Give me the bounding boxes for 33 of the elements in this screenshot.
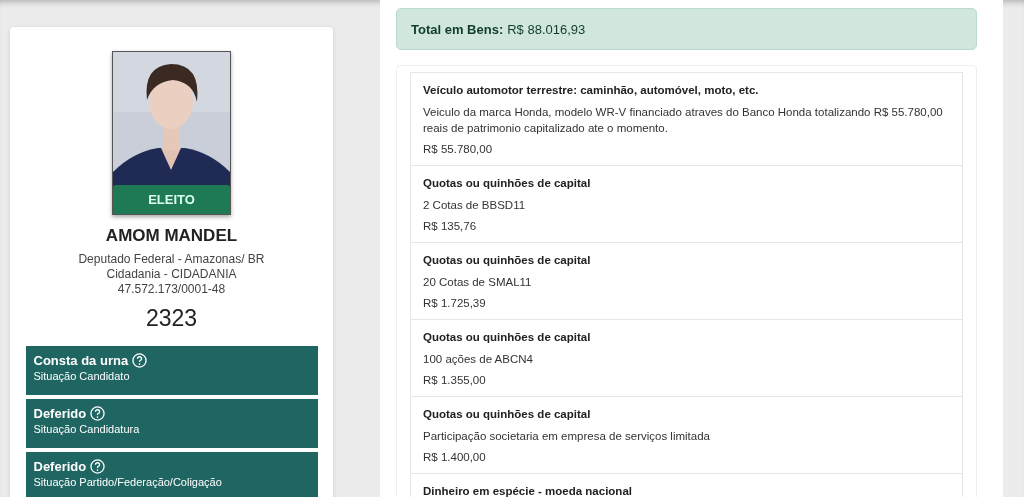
situation-value: Consta da urna [33, 353, 129, 368]
asset-value: R$ 1.400,00 [423, 451, 487, 463]
asset-description: 20 Cotas de SMAL11 [423, 275, 533, 290]
situation-label: Situação Candidato [33, 370, 131, 382]
candidate-name: AMOM MANDEL [105, 226, 238, 246]
asset-value: R$ 1.725,39 [423, 297, 487, 309]
total-value: R$ 88.016,93 [507, 21, 586, 37]
total-label: Total em Bens: [411, 21, 504, 37]
help-icon[interactable] [90, 459, 106, 474]
asset-type: Quotas ou quinhões de capital [423, 254, 592, 266]
asset-type: Quotas ou quinhões de capital [423, 408, 592, 420]
asset-description: Participação societaria em empresa de serviços limitada [423, 429, 711, 444]
asset-value: R$ 1.355,00 [423, 374, 487, 386]
situation-label: Situação Candidatura [33, 423, 141, 435]
candidate-detail: Cidadania - CIDADANIA [106, 267, 237, 282]
asset-type: Dinheiro em espécie - moeda nacional [423, 485, 633, 497]
situation-value: Deferido [33, 406, 87, 421]
asset-description: 100 ações de ABCN4 [423, 352, 534, 367]
situation-value: Deferido [33, 459, 87, 474]
asset-value: R$ 135,76 [423, 220, 478, 232]
help-icon[interactable] [132, 353, 148, 368]
help-icon[interactable] [90, 406, 106, 421]
candidate-detail: 47.572.173/0001-48 [117, 282, 226, 297]
asset-type: Quotas ou quinhões de capital [423, 177, 592, 189]
asset-type: Quotas ou quinhões de capital [423, 331, 592, 343]
asset-value: R$ 55.780,00 [423, 143, 494, 155]
situation-label: Situação Partido/Federação/Coligação [33, 476, 223, 488]
candidate-detail: Deputado Federal - Amazonas/ BR [78, 252, 265, 267]
asset-description: Veiculo da marca Honda, modelo WR-V financiado atraves do Banco Honda totalizando R$ 55.780,00 reais de patrimonio capitalizado ate o momento. [423, 105, 944, 136]
asset-type: Veículo automotor terrestre: caminhão, automóvel, moto, etc. [423, 84, 760, 96]
asset-description: 2 Cotas de BBSD11 [423, 198, 527, 213]
candidate-number: 2323 [145, 305, 198, 332]
status-badge: ELEITO [113, 185, 230, 214]
